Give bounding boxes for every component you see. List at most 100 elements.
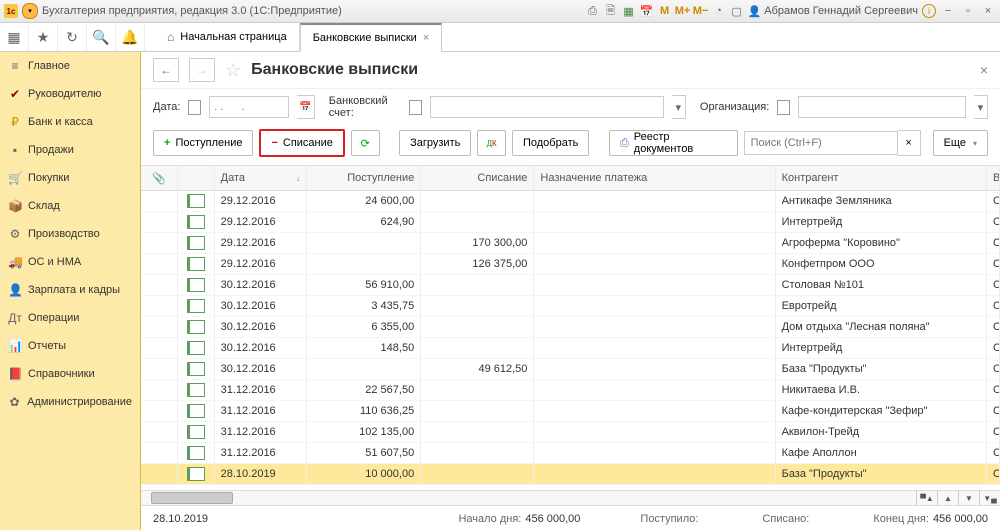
sidebar-item[interactable]: ≡Главное <box>0 52 140 80</box>
registry-button[interactable]: ⎙Реестр документов <box>609 130 738 156</box>
table-row[interactable]: 31.12.2016102 135,00Аквилон-ТрейдОплат <box>141 422 1000 443</box>
sidebar-item[interactable]: ₽Банк и касса <box>0 108 140 136</box>
filter-account-input[interactable] <box>430 96 664 118</box>
filter-date-checkbox[interactable] <box>188 100 201 115</box>
calendar-button[interactable]: 📅 <box>297 95 315 119</box>
table-row[interactable]: 28.10.201910 000,00База "Продукты"Оплат <box>141 464 1000 485</box>
sidebar-item[interactable]: 🚚ОС и НМА <box>0 248 140 276</box>
doc-status-icon <box>187 320 205 334</box>
table-row[interactable]: 30.12.20163 435,75ЕвротрейдОплат <box>141 296 1000 317</box>
filter-org-checkbox[interactable] <box>777 100 790 115</box>
scroll-up[interactable]: ▲ <box>937 491 958 505</box>
search-input[interactable] <box>744 131 898 155</box>
table-row[interactable]: 31.12.2016110 636,25Кафе-кондитерская "З… <box>141 401 1000 422</box>
sidebar-item[interactable]: ✿Администрирование <box>0 388 140 416</box>
filter-org-input[interactable] <box>798 96 966 118</box>
info-icon[interactable]: i <box>922 4 936 18</box>
window-title: Бухгалтерия предприятия, редакция 3.0 (1… <box>42 5 342 17</box>
nav-back-button[interactable]: ← <box>153 58 179 82</box>
zoom-default[interactable]: M <box>658 4 672 18</box>
scroll-thumb[interactable] <box>151 492 233 504</box>
zoom-out[interactable]: M− <box>694 4 708 18</box>
org-dropdown-button[interactable]: ▾ <box>974 95 988 119</box>
col-purpose[interactable]: Назначение платежа <box>534 166 775 190</box>
current-user[interactable]: 👤Абрамов Геннадий Сергеевич <box>748 5 918 18</box>
calendar-icon[interactable]: 📅 <box>640 4 654 18</box>
sidebar-icon: ≡ <box>8 59 22 73</box>
col-status[interactable] <box>178 166 215 190</box>
sidebar-icon: ⚙ <box>8 227 22 241</box>
account-dropdown-button[interactable]: ▾ <box>672 95 686 119</box>
sidebar-label: Справочники <box>28 368 95 380</box>
horizontal-scrollbar[interactable]: ▀▲ ▲ ▼ ▼▄ <box>141 490 1000 505</box>
tab-home[interactable]: ⌂Начальная страница <box>155 23 300 51</box>
col-attachment[interactable]: 📎 <box>141 166 178 190</box>
dtk-button[interactable]: ДК <box>477 130 506 156</box>
tab-close-icon[interactable]: × <box>423 32 429 44</box>
sidebar-label: ОС и НМА <box>28 256 81 268</box>
filter-org-label: Организация: <box>700 101 769 113</box>
col-date[interactable]: Дата↓ <box>215 166 307 190</box>
col-type[interactable]: Вид о <box>987 166 1000 190</box>
filter-date-input[interactable] <box>209 96 289 118</box>
doc-status-icon <box>187 362 205 376</box>
sidebar-item[interactable]: ⚙Производство <box>0 220 140 248</box>
scroll-end[interactable]: ▼▄ <box>979 491 1000 505</box>
app-menu-dropdown[interactable]: ▾ <box>22 3 38 19</box>
favorite-toggle[interactable]: ☆ <box>225 60 241 81</box>
sidebar-item[interactable]: 📦Склад <box>0 192 140 220</box>
print-icon[interactable]: ⎙ <box>586 4 600 18</box>
notifications-icon[interactable]: 🔔 <box>116 23 145 51</box>
refresh-button[interactable]: ⟳ <box>351 130 380 156</box>
table-row[interactable]: 31.12.201651 607,50Кафе АполлонОплат <box>141 443 1000 464</box>
doc-status-icon <box>187 236 205 250</box>
sidebar-item[interactable]: 👤Зарплата и кадры <box>0 276 140 304</box>
tab-bank-statements[interactable]: Банковские выписки× <box>300 23 443 52</box>
filter-bar: Дата: 📅 Банковский счет: ▾ Организация: … <box>141 89 1000 125</box>
table-row[interactable]: 30.12.2016148,50ИнтертрейдОплат <box>141 338 1000 359</box>
doc-icon[interactable]: 🗎 <box>604 4 618 18</box>
doc-status-icon <box>187 467 205 481</box>
scroll-home[interactable]: ▀▲ <box>916 491 937 505</box>
page-close-button[interactable]: × <box>980 62 988 78</box>
favorite-icon[interactable]: ★ <box>29 23 58 51</box>
more-button[interactable]: Еще▾ <box>933 130 988 156</box>
col-agent[interactable]: Контрагент <box>776 166 987 190</box>
search-clear-button[interactable]: × <box>898 130 921 156</box>
sidebar-item[interactable]: 🛒Покупки <box>0 164 140 192</box>
filter-account-checkbox[interactable] <box>409 100 422 115</box>
calc-icon[interactable]: ▦ <box>622 4 636 18</box>
table-row[interactable]: 29.12.201624 600,00Антикафе ЗемляникаОпл… <box>141 191 1000 212</box>
col-receipt[interactable]: Поступление <box>307 166 421 190</box>
table-row[interactable]: 30.12.201649 612,50База "Продукты"Оплат <box>141 359 1000 380</box>
grid-header: 📎 Дата↓ Поступление Списание Назначение … <box>141 166 1000 191</box>
scroll-down[interactable]: ▼ <box>958 491 979 505</box>
sidebar-item[interactable]: ▪Продажи <box>0 136 140 164</box>
sidebar-item[interactable]: ✔Руководителю <box>0 80 140 108</box>
table-row[interactable]: 30.12.201656 910,00Столовая №101Оплат <box>141 275 1000 296</box>
pick-button[interactable]: Подобрать <box>512 130 589 156</box>
table-row[interactable]: 29.12.2016624,90ИнтертрейдОплат <box>141 212 1000 233</box>
restore-button[interactable]: ▫ <box>960 4 976 18</box>
search-icon[interactable]: 🔍 <box>87 23 116 51</box>
sidebar-item[interactable]: 📊Отчеты <box>0 332 140 360</box>
apps-icon[interactable]: ▦ <box>0 23 29 51</box>
writeoff-button[interactable]: −Списание <box>259 129 344 157</box>
receipt-button[interactable]: +Поступление <box>153 130 253 156</box>
sidebar-item[interactable]: 📕Справочники <box>0 360 140 388</box>
grid-rows[interactable]: 29.12.201624 600,00Антикафе ЗемляникаОпл… <box>141 191 1000 490</box>
table-row[interactable]: 31.12.201622 567,50Никитаева И.В.Оплат <box>141 380 1000 401</box>
history-icon[interactable]: ↻ <box>58 23 87 51</box>
minimize-button[interactable]: − <box>940 4 956 18</box>
sidebar-item[interactable]: ДтОперации <box>0 304 140 332</box>
table-row[interactable]: 30.12.20166 355,00Дом отдыха "Лесная пол… <box>141 317 1000 338</box>
table-row[interactable]: 29.12.2016170 300,00Агроферма "Коровино"… <box>141 233 1000 254</box>
zoom-in[interactable]: M+ <box>676 4 690 18</box>
col-writeoff[interactable]: Списание <box>421 166 534 190</box>
window-icon[interactable]: ▢ <box>730 4 744 18</box>
globe-icon[interactable]: ◔ <box>712 4 726 18</box>
nav-forward-button[interactable]: → <box>189 58 215 82</box>
close-button[interactable]: × <box>980 4 996 18</box>
load-button[interactable]: Загрузить <box>399 130 471 156</box>
table-row[interactable]: 29.12.2016126 375,00Конфетпром ООООплат <box>141 254 1000 275</box>
